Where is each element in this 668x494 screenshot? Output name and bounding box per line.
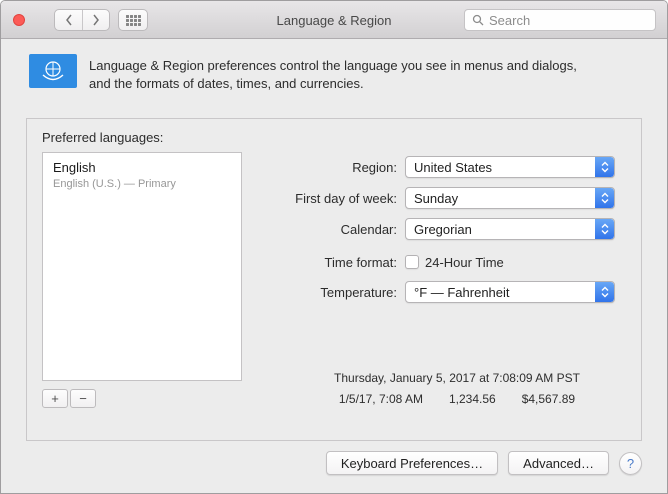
time-format-row: Time format: 24-Hour Time: [177, 251, 637, 273]
preferred-languages-label: Preferred languages:: [42, 130, 164, 145]
un-flag-icon: [29, 54, 77, 88]
add-language-button[interactable]: +: [42, 389, 68, 408]
close-button[interactable]: [13, 14, 25, 26]
first-day-row: First day of week: Sunday: [177, 187, 637, 209]
search-placeholder: Search: [489, 12, 531, 28]
help-button[interactable]: ?: [619, 451, 642, 475]
advanced-button[interactable]: Advanced…: [508, 451, 609, 475]
dropdown-arrows-icon: [595, 282, 614, 302]
region-row: Region: United States: [177, 156, 637, 178]
search-field[interactable]: Search: [464, 9, 656, 31]
24-hour-label: 24-Hour Time: [425, 254, 504, 270]
time-format-label: Time format:: [324, 254, 397, 270]
chevron-left-icon: [65, 14, 72, 26]
calendar-label: Calendar:: [340, 221, 397, 237]
intro-description: Language & Region preferences control th…: [89, 57, 577, 93]
24-hour-checkbox[interactable]: [405, 255, 419, 269]
show-all-button[interactable]: [118, 9, 148, 31]
time-format-control: 24-Hour Time: [405, 255, 504, 270]
preview-short-date: 1/5/17, 7:08 AM: [338, 392, 423, 406]
preview-samples: 1/5/17, 7:08 AM 1,234.56 $4,567.89: [277, 392, 637, 406]
keyboard-preferences-button[interactable]: Keyboard Preferences…: [325, 451, 499, 475]
dropdown-arrows-icon: [595, 188, 614, 208]
intro-line-1: Language & Region preferences control th…: [89, 58, 577, 73]
region-value: United States: [414, 159, 493, 175]
temperature-row: Temperature: °F — Fahrenheit: [177, 281, 637, 303]
dropdown-arrows-icon: [595, 219, 614, 239]
preview-number: 1,234.56: [448, 392, 496, 406]
temperature-value: °F — Fahrenheit: [414, 284, 510, 300]
first-day-label: First day of week:: [295, 190, 397, 206]
calendar-row: Calendar: Gregorian: [177, 218, 637, 240]
preferences-window: Language & Region Search Language & Regi…: [0, 0, 668, 494]
main-panel: Preferred languages: English English (U.…: [26, 118, 642, 441]
first-day-dropdown[interactable]: Sunday: [405, 187, 615, 209]
back-button[interactable]: [55, 10, 82, 30]
list-edit-buttons: + −: [42, 389, 96, 408]
preview-full-date: Thursday, January 5, 2017 at 7:08:09 AM …: [334, 371, 580, 385]
titlebar: Language & Region Search: [1, 1, 667, 39]
calendar-value: Gregorian: [414, 221, 472, 237]
intro-line-2: and the formats of dates, times, and cur…: [89, 76, 364, 91]
footer-actions: Keyboard Preferences… Advanced… ?: [325, 451, 642, 475]
remove-language-button[interactable]: −: [70, 389, 96, 408]
forward-button[interactable]: [82, 10, 109, 30]
region-dropdown[interactable]: United States: [405, 156, 615, 178]
grid-icon: [125, 14, 141, 26]
temperature-label: Temperature:: [320, 284, 397, 300]
preview-currency: $4,567.89: [521, 392, 576, 406]
dropdown-arrows-icon: [595, 157, 614, 177]
first-day-value: Sunday: [414, 190, 459, 206]
search-icon: [472, 14, 484, 26]
format-preview: Thursday, January 5, 2017 at 7:08:09 AM …: [277, 371, 637, 406]
chevron-right-icon: [93, 14, 99, 26]
calendar-dropdown[interactable]: Gregorian: [405, 218, 615, 240]
region-label: Region:: [352, 159, 397, 175]
navigation-buttons: [54, 9, 110, 31]
temperature-dropdown[interactable]: °F — Fahrenheit: [405, 281, 615, 303]
